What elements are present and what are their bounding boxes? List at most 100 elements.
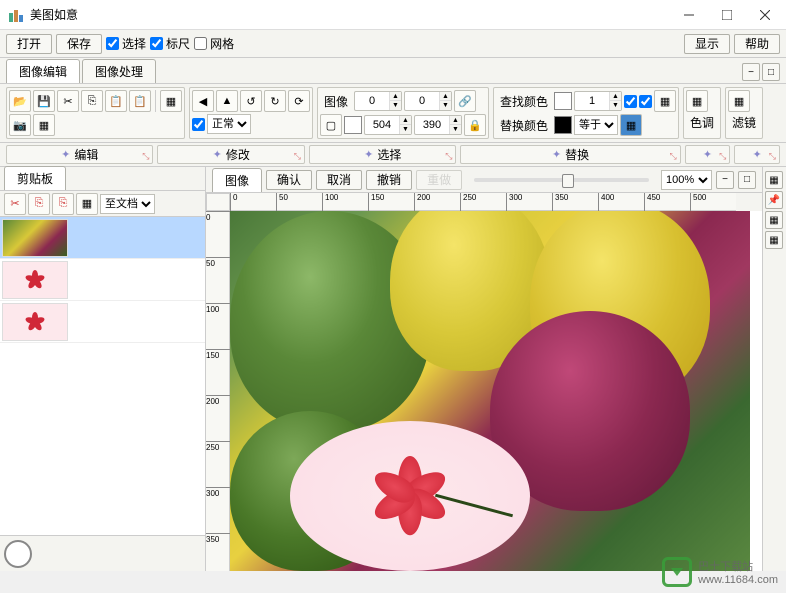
tab-image-edit[interactable]: 图像编辑: [6, 59, 80, 83]
compare-select[interactable]: 等于: [574, 115, 618, 135]
clip-copy2-icon[interactable]: ⎘: [52, 193, 74, 215]
find-apply-icon[interactable]: ▦: [654, 90, 676, 112]
copy-icon[interactable]: ⎘: [81, 90, 103, 112]
mode-checkbox[interactable]: [192, 118, 205, 131]
edit-group: 📂 💾 ✂ ⎘ 📋 📋 ▦ 📷 ▦: [6, 87, 185, 139]
undo-button[interactable]: 撤销: [366, 170, 412, 190]
flower-overlay: [290, 421, 530, 571]
help-button[interactable]: 帮助: [734, 34, 780, 54]
hue-group: ▦ 色调: [683, 87, 721, 139]
thumb-row-3[interactable]: [0, 301, 205, 343]
clip-copy-icon[interactable]: ⎘: [28, 193, 50, 215]
panel-btn-2[interactable]: 📌: [765, 191, 783, 209]
right-panel: ▦ 📌 ▦ ▦: [762, 167, 786, 571]
tab-image-process[interactable]: 图像处理: [82, 59, 156, 83]
canvas-min-button[interactable]: −: [716, 171, 734, 189]
panel-btn-4[interactable]: ▦: [765, 231, 783, 249]
display-button[interactable]: 显示: [684, 34, 730, 54]
to-doc-select[interactable]: 至文档: [100, 194, 155, 214]
thumb-flower1: [2, 261, 68, 299]
flip-v-icon[interactable]: ▲: [216, 90, 238, 112]
watermark: 巴士下载站 www.11684.com: [662, 557, 778, 587]
canvas[interactable]: [230, 211, 762, 571]
ribbon: 📂 💾 ✂ ⎘ 📋 📋 ▦ 📷 ▦ ◀ ▲ ↺ ↻ ⟳: [0, 84, 786, 143]
minimize-button[interactable]: [676, 5, 702, 25]
more-icon[interactable]: ▦: [160, 90, 182, 112]
tab-close-button[interactable]: □: [762, 63, 780, 81]
thumbnail-list: [0, 217, 205, 535]
section-edit: ✦编辑⤡: [6, 145, 153, 164]
canvas-image: [230, 211, 750, 571]
y-spinner[interactable]: ▲▼: [404, 91, 452, 111]
section-replace: ✦替换⤡: [460, 145, 680, 164]
cancel-button[interactable]: 取消: [316, 170, 362, 190]
clip-cut-icon[interactable]: ✂: [4, 193, 26, 215]
find-cb2[interactable]: [639, 95, 652, 108]
canvas-max-button[interactable]: □: [738, 171, 756, 189]
find-color-label: 查找颜色: [496, 93, 552, 110]
section-extra2: ✦⤡: [734, 145, 780, 164]
clipboard-tab[interactable]: 剪贴板: [4, 166, 66, 190]
thumb-peppers: [2, 219, 68, 257]
open-button[interactable]: 打开: [6, 34, 52, 54]
canvas-area: 图像 确认 取消 撤销 重做 100% − □ 0 50 100 150 200…: [206, 167, 762, 571]
paste2-icon[interactable]: 📋: [129, 90, 151, 112]
replace-color-swatch[interactable]: [554, 116, 572, 134]
thumb-row-2[interactable]: [0, 259, 205, 301]
section-labels: ✦编辑⤡ ✦修改⤡ ✦选择⤡ ✦替换⤡ ✦⤡ ✦⤡: [0, 143, 786, 167]
filter-group: ▦ 滤镜: [725, 87, 763, 139]
open-image-icon[interactable]: 📂: [9, 90, 31, 112]
crop-icon[interactable]: ▢: [320, 114, 342, 136]
panel-btn-1[interactable]: ▦: [765, 171, 783, 189]
hue-label: 色调: [686, 114, 718, 131]
close-button[interactable]: [752, 5, 778, 25]
x-spinner[interactable]: ▲▼: [354, 91, 402, 111]
h-spinner[interactable]: ▲▼: [414, 115, 462, 135]
tolerance-spinner[interactable]: ▲▼: [574, 91, 622, 111]
zoom-select[interactable]: 100%: [661, 170, 712, 190]
section-extra1: ✦⤡: [685, 145, 731, 164]
maximize-button[interactable]: [714, 5, 740, 25]
w-spinner[interactable]: ▲▼: [364, 115, 412, 135]
lock-icon[interactable]: 🔒: [464, 114, 486, 136]
clip-grid-icon[interactable]: ▦: [76, 193, 98, 215]
zoom-slider[interactable]: [474, 178, 649, 182]
rotate-icon[interactable]: ⟳: [288, 90, 310, 112]
confirm-button[interactable]: 确认: [266, 170, 312, 190]
replace-apply-icon[interactable]: ▦: [620, 114, 642, 136]
image-label: 图像: [320, 93, 352, 110]
flip-h-icon[interactable]: ◀: [192, 90, 214, 112]
cut-icon[interactable]: ✂: [57, 90, 79, 112]
panel-btn-3[interactable]: ▦: [765, 211, 783, 229]
grid-checkbox[interactable]: 网格: [194, 35, 234, 52]
rotate-ccw-icon[interactable]: ↺: [240, 90, 262, 112]
hue-icon[interactable]: ▦: [686, 90, 708, 112]
find-cb1[interactable]: [624, 95, 637, 108]
ruler-checkbox[interactable]: 标尺: [150, 35, 190, 52]
select-checkbox[interactable]: 选择: [106, 35, 146, 52]
app-title: 美图如意: [30, 6, 676, 23]
link-icon[interactable]: 🔗: [454, 90, 476, 112]
replace-color-label: 替换颜色: [496, 117, 552, 134]
save-image-icon[interactable]: 💾: [33, 90, 55, 112]
ruler-horizontal: 0 50 100 150 200 250 300 350 400 450 500: [230, 193, 736, 211]
rotate-cw-icon[interactable]: ↻: [264, 90, 286, 112]
redo-button[interactable]: 重做: [416, 170, 462, 190]
find-color-swatch[interactable]: [554, 92, 572, 110]
thumb-flower2: [2, 303, 68, 341]
section-modify: ✦修改⤡: [157, 145, 304, 164]
record-button[interactable]: [4, 540, 32, 568]
bg-swatch[interactable]: [344, 116, 362, 134]
tab-minimize-button[interactable]: −: [742, 63, 760, 81]
canvas-image-tab[interactable]: 图像: [212, 168, 262, 192]
paste-icon[interactable]: 📋: [105, 90, 127, 112]
ruler-corner: [206, 193, 230, 211]
camera-icon[interactable]: 📷: [9, 114, 31, 136]
watermark-url: www.11684.com: [698, 574, 778, 586]
blend-mode-select[interactable]: 正常: [207, 114, 251, 134]
tabbar: 图像编辑 图像处理 − □: [0, 58, 786, 84]
thumb-row-1[interactable]: [0, 217, 205, 259]
save-button[interactable]: 保存: [56, 34, 102, 54]
filter-icon[interactable]: ▦: [728, 90, 750, 112]
tool2-icon[interactable]: ▦: [33, 114, 55, 136]
